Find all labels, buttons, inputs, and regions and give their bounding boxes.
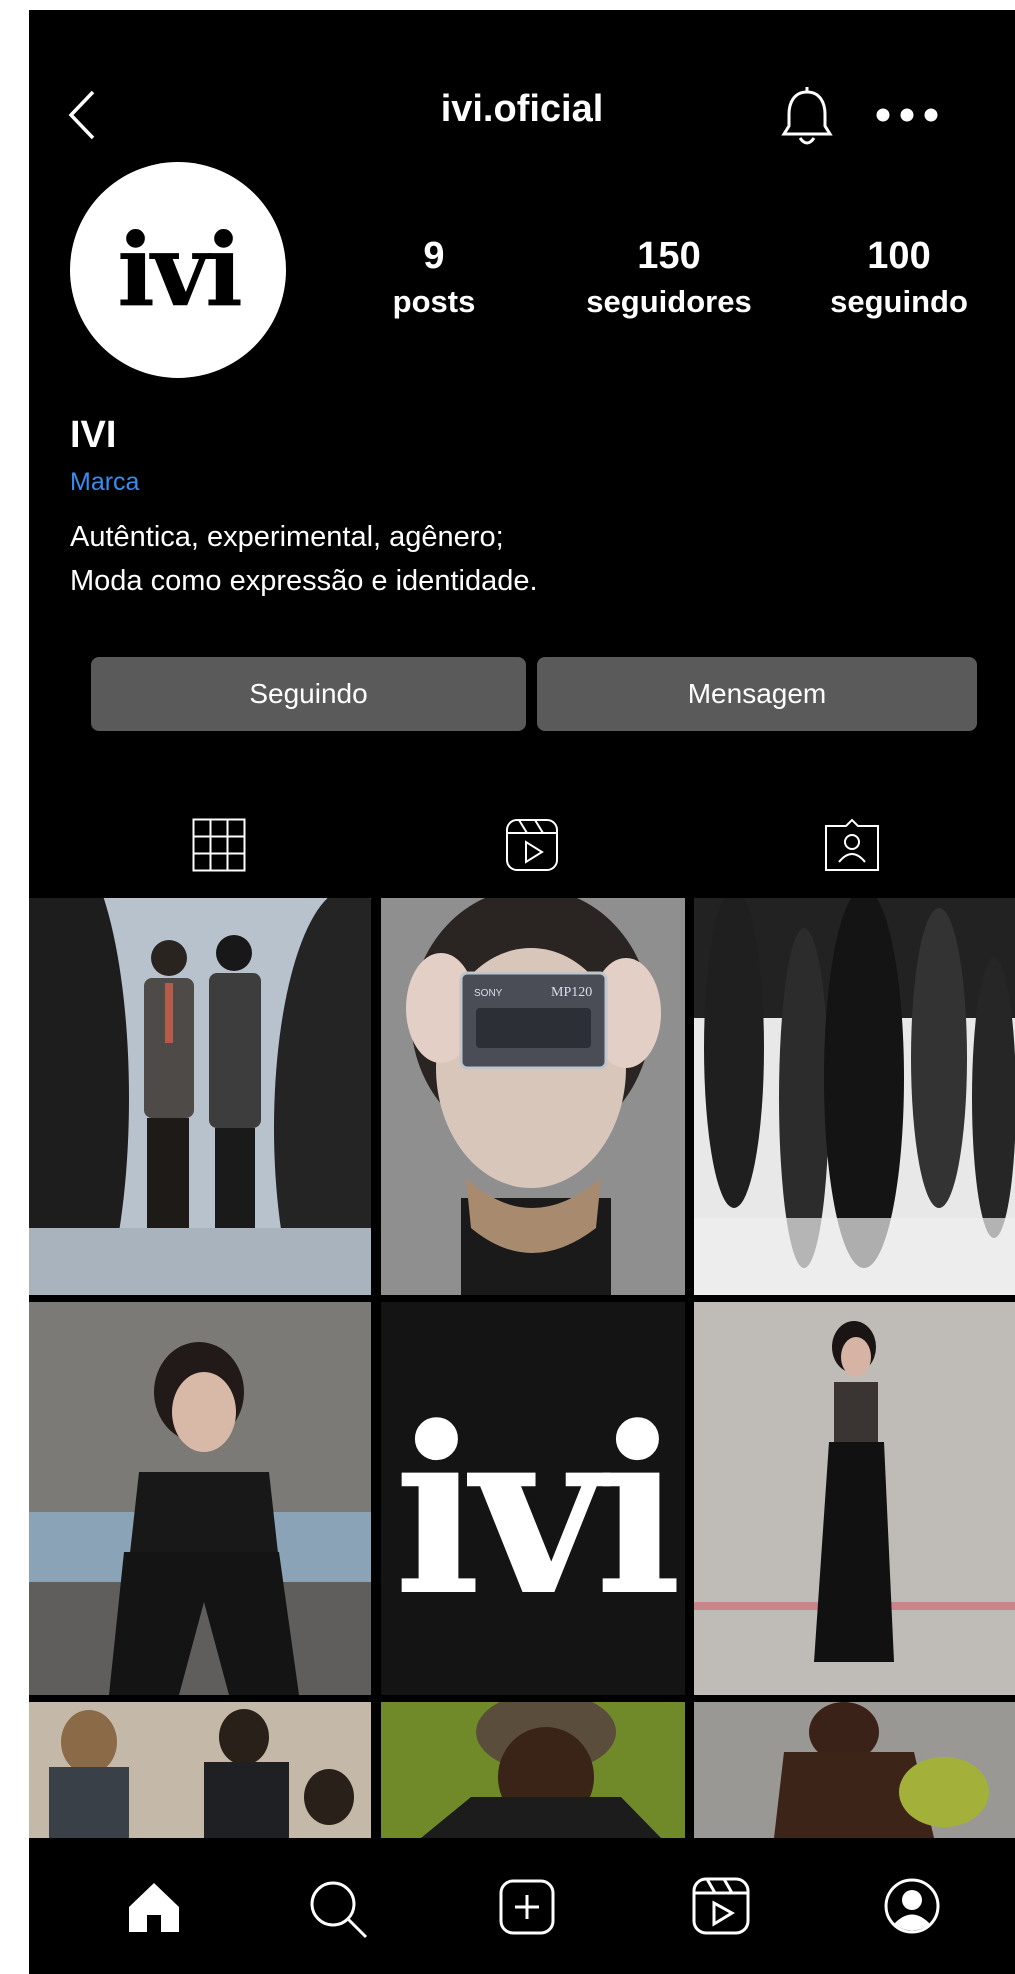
post-thumbnail[interactable] [29, 1702, 371, 1838]
posts-grid: SONY MP120 ivi [29, 898, 1015, 1838]
nav-search[interactable] [308, 1879, 368, 1939]
tagged-icon [825, 818, 879, 871]
nav-add-post[interactable] [499, 1879, 555, 1935]
nav-reels[interactable] [692, 1877, 750, 1935]
cassette-model-text: MP120 [551, 985, 592, 1000]
stat-posts-value: 9 [423, 235, 445, 277]
avatar-logo-text: ivi [116, 211, 243, 329]
avatar[interactable]: ivi [70, 162, 286, 378]
stat-followers-value: 150 [637, 235, 701, 277]
post-thumbnail[interactable] [29, 1302, 371, 1695]
message-button[interactable]: Mensagem [537, 657, 977, 731]
logo-post-text: ivi [394, 1377, 677, 1647]
stat-following-label: seguindo [830, 284, 968, 319]
following-button[interactable]: Seguindo [91, 657, 526, 731]
profile-name: IVI [70, 414, 117, 456]
more-horizontal-icon[interactable] [874, 106, 940, 124]
reels-icon [692, 1877, 750, 1935]
stat-posts[interactable]: 9 posts [374, 234, 494, 326]
stat-posts-label: posts [392, 284, 476, 319]
add-post-icon [499, 1879, 555, 1935]
search-icon [310, 1881, 368, 1939]
tab-reels[interactable] [505, 818, 559, 872]
stat-following-value: 100 [867, 235, 931, 277]
nav-home[interactable] [126, 1879, 182, 1935]
stat-followers-label: seguidores [586, 284, 752, 319]
bio-line: Autêntica, experimental, agênero; [70, 521, 504, 553]
tab-tagged[interactable] [824, 818, 880, 872]
post-thumbnail[interactable] [694, 1702, 1015, 1838]
reels-icon [506, 819, 558, 871]
post-thumbnail[interactable] [694, 1302, 1015, 1695]
nav-profile[interactable] [883, 1877, 941, 1935]
post-thumbnail[interactable]: ivi [381, 1302, 685, 1695]
post-thumbnail[interactable] [694, 898, 1015, 1295]
bottom-nav [29, 1838, 1015, 1974]
bell-icon[interactable] [780, 86, 834, 152]
profile-icon [884, 1878, 940, 1934]
profile-bio: Autêntica, experimental, agênero; Moda c… [70, 515, 538, 603]
bio-line: Moda como expressão e identidade. [70, 565, 538, 597]
post-thumbnail[interactable]: SONY MP120 [381, 898, 685, 1295]
stat-following[interactable]: 100 seguindo [809, 234, 989, 326]
page-title: ivi.oficial [440, 88, 604, 130]
home-icon [129, 1883, 179, 1932]
post-thumbnail[interactable] [381, 1702, 685, 1838]
cassette-brand-text: SONY [474, 988, 503, 999]
tab-grid[interactable] [192, 818, 246, 872]
profile-category: Marca [70, 468, 140, 496]
app-screen: ivi.oficial ivi 9 posts 150 seguidores 1… [29, 10, 1015, 1974]
stat-followers[interactable]: 150 seguidores [569, 234, 769, 326]
post-thumbnail[interactable] [29, 898, 371, 1295]
grid-icon [192, 818, 246, 872]
